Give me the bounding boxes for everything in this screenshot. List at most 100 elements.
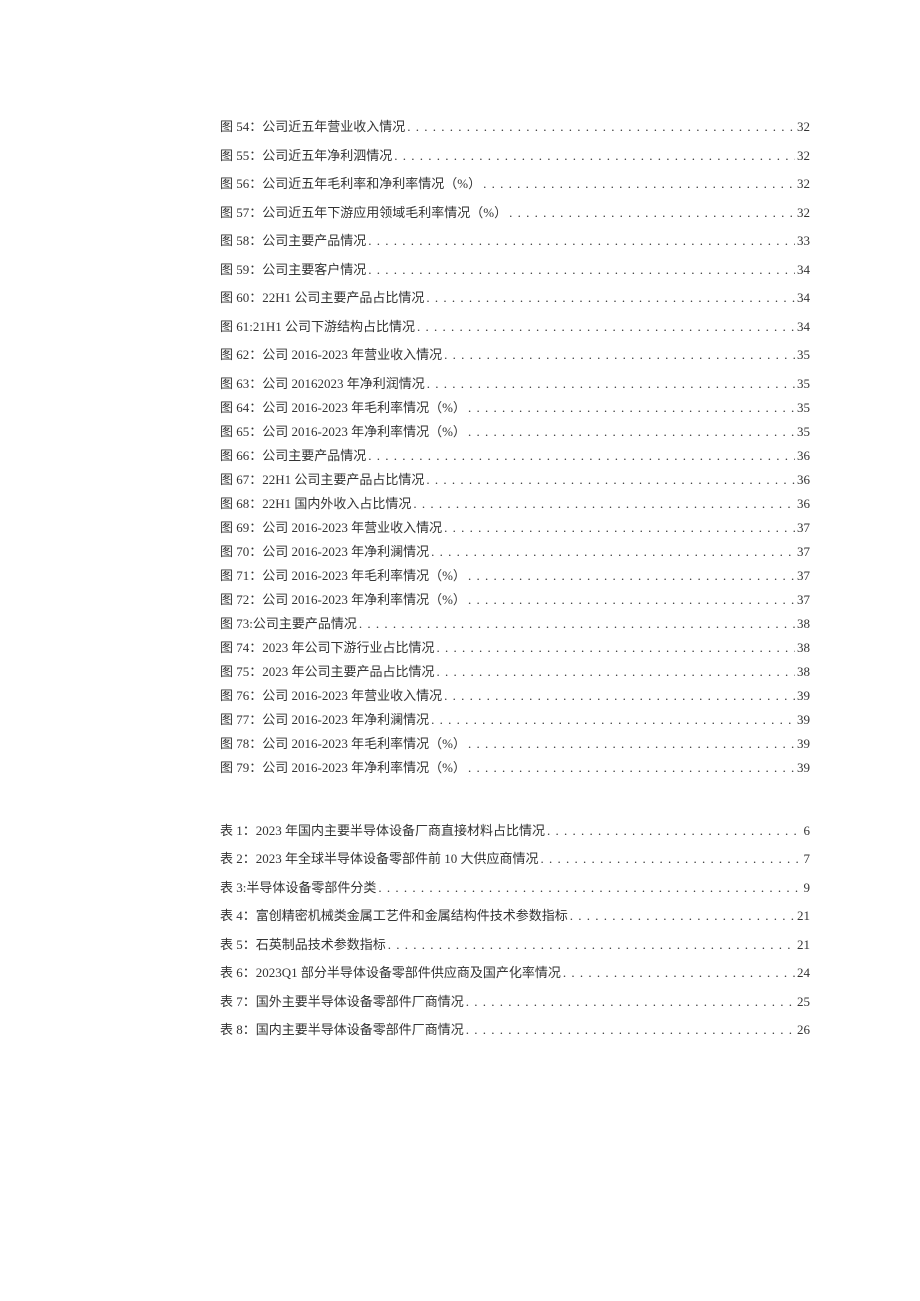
- table-toc-entry[interactable]: 表 7：国外主要半导体设备零部件厂商情况 25: [220, 995, 810, 1008]
- toc-entry-title: 2023 年公司下游行业占比情况: [262, 641, 434, 654]
- toc-entry-page: 38: [797, 617, 810, 630]
- toc-entry-title: 22H1 公司主要产品占比情况: [262, 473, 424, 486]
- figure-toc-entry[interactable]: 图 74： 2023 年公司下游行业占比情况38: [220, 641, 810, 654]
- toc-entry-label: 图 66：: [220, 449, 262, 462]
- toc-dots: [394, 149, 795, 162]
- toc-entry-label: 图 72：: [220, 593, 262, 606]
- toc-entry-label: 图 61:: [220, 320, 253, 333]
- toc-entry-title: 公司主要产品情况: [262, 449, 366, 462]
- toc-dots: [468, 569, 795, 582]
- toc-dots: [541, 852, 802, 865]
- toc-entry-title: 公司 2016-2023 年净利率情况（%）: [262, 425, 466, 438]
- figure-toc-entry[interactable]: 图 54：公司近五年营业收入情况32: [220, 120, 810, 133]
- toc-entry-page: 37: [797, 521, 810, 534]
- figure-toc-entry[interactable]: 图 78：公司 2016-2023 年毛利率情况（%）39: [220, 737, 810, 750]
- toc-entry-page: 9: [804, 881, 811, 894]
- toc-entry-label: 图 63：: [220, 377, 262, 390]
- figure-toc-entry[interactable]: 图 55：公司近五年净利泗情况32: [220, 149, 810, 162]
- toc-dots: [368, 263, 795, 276]
- toc-dots: [444, 348, 795, 361]
- toc-entry-page: 24: [797, 966, 810, 979]
- toc-dots: [431, 713, 795, 726]
- table-toc-entry[interactable]: 表 1：2023 年国内主要半导体设备厂商直接材料占比情况 6: [220, 824, 810, 837]
- toc-entry-title: 22H1 公司主要产品占比情况: [262, 291, 424, 304]
- figure-toc-entry[interactable]: 图 60： 22H1 公司主要产品占比情况34: [220, 291, 810, 304]
- toc-entry-title: 公司 2016-2023 年毛利率情况（%）: [262, 737, 466, 750]
- figure-toc-entry[interactable]: 图 59：公司主要客户情况34: [220, 263, 810, 276]
- toc-entry-title: 公司近五年毛利率和净利率情况（%）: [262, 177, 481, 190]
- toc-entry-label: 图 68：: [220, 497, 262, 510]
- toc-entry-page: 39: [797, 689, 810, 702]
- toc-entry-page: 35: [797, 401, 810, 414]
- toc-entry-label: 图 71：: [220, 569, 262, 582]
- toc-entry-page: 34: [797, 320, 810, 333]
- toc-dots: [426, 473, 795, 486]
- figure-toc-entry[interactable]: 图 71：公司 2016-2023 年毛利率情况（%）37: [220, 569, 810, 582]
- figure-toc-entry[interactable]: 图 63：公司 20162023 年净利润情况35: [220, 377, 810, 390]
- toc-entry-label: 图 59：: [220, 263, 262, 276]
- toc-entry-title: 公司主要客户情况: [262, 263, 366, 276]
- figure-toc-entry[interactable]: 图 77：公司 2016-2023 年净利澜情况39: [220, 713, 810, 726]
- toc-entry-page: 32: [797, 206, 810, 219]
- figures-toc-section: 图 54：公司近五年营业收入情况32 图 55：公司近五年净利泗情况32 图 56：…: [220, 120, 810, 774]
- table-toc-entry[interactable]: 表 6：2023Q1 部分半导体设备零部件供应商及国产化率情况 24: [220, 966, 810, 979]
- toc-dots: [547, 824, 801, 837]
- toc-entry-page: 38: [797, 665, 810, 678]
- toc-entry-page: 37: [797, 569, 810, 582]
- toc-entry-page: 7: [804, 852, 811, 865]
- toc-entry-title: 2023Q1 部分半导体设备零部件供应商及国产化率情况: [256, 966, 561, 979]
- figure-toc-entry[interactable]: 图 75： 2023 年公司主要产品占比情况38: [220, 665, 810, 678]
- toc-dots: [407, 120, 795, 133]
- toc-entry-page: 39: [797, 737, 810, 750]
- toc-entry-label: 图 64：: [220, 401, 262, 414]
- toc-entry-page: 6: [804, 824, 811, 837]
- figure-toc-entry[interactable]: 图 62：公司 2016-2023 年营业收入情况35: [220, 348, 810, 361]
- table-toc-entry[interactable]: 表 5：石英制品技术参数指标 21: [220, 938, 810, 951]
- figure-toc-entry[interactable]: 图 76：公司 2016-2023 年营业收入情况39: [220, 689, 810, 702]
- toc-dots: [417, 320, 795, 333]
- figure-toc-entry[interactable]: 图 79：公司 2016-2023 年净利率情况（%）39: [220, 761, 810, 774]
- toc-dots: [468, 425, 795, 438]
- toc-entry-page: 36: [797, 449, 810, 462]
- toc-entry-page: 33: [797, 234, 810, 247]
- figure-toc-entry[interactable]: 图 69：公司 2016-2023 年营业收入情况37: [220, 521, 810, 534]
- toc-entry-title: 22H1 国内外收入占比情况: [262, 497, 411, 510]
- figure-toc-entry[interactable]: 图 67：22H1 公司主要产品占比情况 36: [220, 473, 810, 486]
- figure-toc-entry[interactable]: 图 56：公司近五年毛利率和净利率情况（%）32: [220, 177, 810, 190]
- toc-entry-page: 39: [797, 761, 810, 774]
- toc-entry-label: 图 67：: [220, 473, 262, 486]
- toc-entry-label: 表 8：: [220, 1023, 256, 1036]
- table-toc-entry[interactable]: 表 8：国内主要半导体设备零部件厂商情况 26: [220, 1023, 810, 1036]
- table-toc-entry[interactable]: 表 4：富创精密机械类金属工艺件和金属结构件技术参数指标 21: [220, 909, 810, 922]
- toc-dots: [483, 177, 795, 190]
- toc-entry-page: 37: [797, 545, 810, 558]
- toc-dots: [468, 737, 795, 750]
- toc-entry-label: 表 1：: [220, 824, 256, 837]
- figure-toc-entry[interactable]: 图 73:公司主要产品情况38: [220, 617, 810, 630]
- toc-entry-page: 37: [797, 593, 810, 606]
- figure-toc-entry[interactable]: 图 64：公司 2016-2023 年毛利率情况（%）35: [220, 401, 810, 414]
- figure-toc-entry[interactable]: 图 57：公司近五年下游应用领域毛利率情况（%）32: [220, 206, 810, 219]
- figure-toc-entry[interactable]: 图 72：公司 2016-2023 年净利率情况（%）37: [220, 593, 810, 606]
- toc-dots: [388, 938, 795, 951]
- toc-dots: [413, 497, 795, 510]
- toc-entry-page: 25: [797, 995, 810, 1008]
- table-toc-entry[interactable]: 表 3:半导体设备零部件分类 9: [220, 881, 810, 894]
- figure-toc-entry[interactable]: 图 68：22H1 国内外收入占比情况 36: [220, 497, 810, 510]
- figure-toc-entry[interactable]: 图 61: 21H1 公司下游结构占比情况34: [220, 320, 810, 333]
- figure-toc-entry[interactable]: 图 70：公司 2016-2023 年净利澜情况37: [220, 545, 810, 558]
- toc-entry-page: 32: [797, 120, 810, 133]
- toc-entry-label: 图 75：: [220, 665, 262, 678]
- toc-entry-title: 公司 2016-2023 年净利率情况（%）: [262, 761, 466, 774]
- figure-toc-entry[interactable]: 图 58：公司主要产品情况33: [220, 234, 810, 247]
- toc-entry-title: 2023 年国内主要半导体设备厂商直接材料占比情况: [256, 824, 545, 837]
- table-toc-entry[interactable]: 表 2：2023 年全球半导体设备零部件前 10 大供应商情况7: [220, 852, 810, 865]
- figure-toc-entry[interactable]: 图 65：公司 2016-2023 年净利率情况（%）35: [220, 425, 810, 438]
- toc-entry-label: 表 7：: [220, 995, 256, 1008]
- toc-entry-title: 半导体设备零部件分类: [246, 881, 376, 894]
- toc-entry-page: 34: [797, 291, 810, 304]
- toc-entry-label: 表 5：: [220, 938, 256, 951]
- toc-entry-label: 图 62：: [220, 348, 262, 361]
- toc-dots: [468, 761, 795, 774]
- figure-toc-entry[interactable]: 图 66：公司主要产品情况 36: [220, 449, 810, 462]
